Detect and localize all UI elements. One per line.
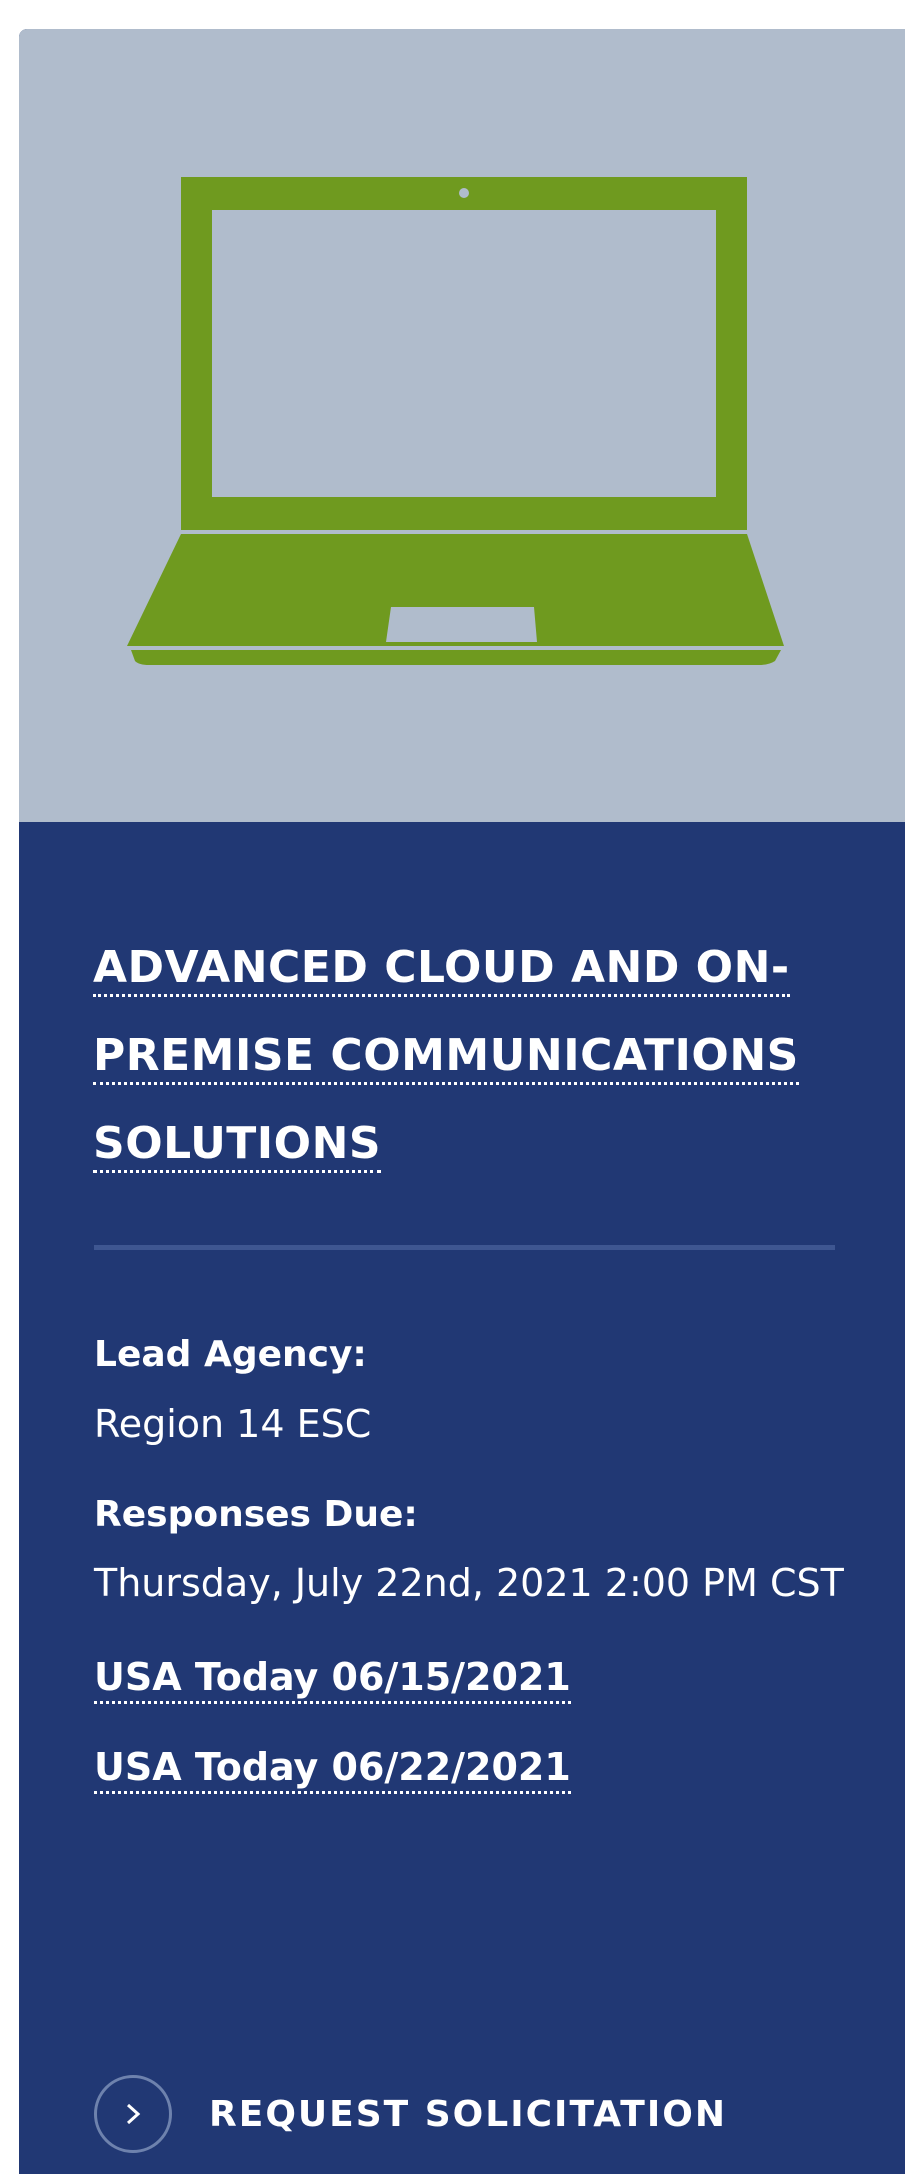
- chevron-right-icon: [94, 2075, 172, 2153]
- notice-link[interactable]: USA Today 06/15/2021: [94, 1653, 571, 1704]
- lead-agency-value: Region 14 ESC: [94, 1402, 372, 1446]
- laptop-icon: [127, 177, 784, 665]
- responses-due-label: Responses Due:: [94, 1494, 418, 1535]
- notice-link[interactable]: USA Today 06/22/2021: [94, 1743, 571, 1794]
- request-solicitation-button[interactable]: REQUEST SOLICITATION: [94, 2072, 727, 2156]
- responses-due-value: Thursday, July 22nd, 2021 2:00 PM CST: [94, 1561, 844, 1605]
- solicitation-card: ADVANCED CLOUD AND ON-PREMISE COMMUNICAT…: [19, 29, 905, 2174]
- card-title: ADVANCED CLOUD AND ON-PREMISE COMMUNICAT…: [93, 924, 823, 1188]
- lead-agency-label: Lead Agency:: [94, 1334, 367, 1375]
- request-solicitation-label: REQUEST SOLICITATION: [209, 2093, 727, 2135]
- title-link[interactable]: ADVANCED CLOUD AND ON-PREMISE COMMUNICAT…: [93, 942, 799, 1173]
- card-body: ADVANCED CLOUD AND ON-PREMISE COMMUNICAT…: [19, 822, 905, 2174]
- card-image: [19, 29, 905, 822]
- divider: [94, 1245, 835, 1250]
